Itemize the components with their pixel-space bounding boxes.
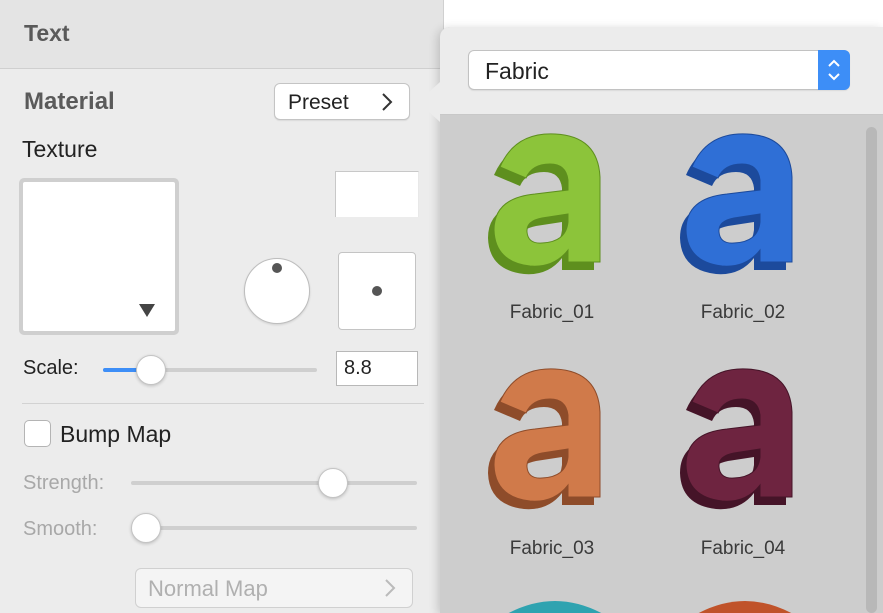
smooth-slider-track xyxy=(131,526,417,530)
texture-well[interactable] xyxy=(19,178,179,335)
fabric-02-label: Fabric_02 xyxy=(700,302,786,323)
bump-map-checkbox[interactable] xyxy=(24,420,51,447)
material-title: Material xyxy=(24,88,115,115)
fabric-02-thumbnail[interactable] xyxy=(672,122,812,282)
inspector-panel: Text Material Preset Texture Scale: Bump… xyxy=(0,0,444,613)
bump-map-label: Bump Map xyxy=(60,421,172,447)
smooth-label: Smooth: xyxy=(23,518,98,540)
divider xyxy=(22,403,424,404)
fabric-04-label: Fabric_04 xyxy=(700,538,786,559)
preset-button[interactable]: Preset xyxy=(274,83,410,120)
normal-map-button-label: Normal Map xyxy=(148,576,268,601)
preset-button-label: Preset xyxy=(288,91,349,114)
offset-pad[interactable] xyxy=(338,252,416,330)
texture-color-swatch[interactable] xyxy=(335,171,419,217)
smooth-slider-thumb[interactable] xyxy=(131,513,161,543)
fabric-03-thumbnail[interactable] xyxy=(480,357,620,517)
strength-slider-track xyxy=(131,481,417,485)
normal-map-button[interactable]: Normal Map xyxy=(135,568,413,608)
fabric-01-label: Fabric_01 xyxy=(509,302,595,323)
chevron-right-icon xyxy=(385,579,396,597)
strength-label: Strength: xyxy=(23,472,105,494)
scale-slider-thumb[interactable] xyxy=(136,355,167,385)
rotation-knob[interactable] xyxy=(244,258,310,324)
select-stepper xyxy=(818,50,850,90)
section-header: Text xyxy=(0,0,443,69)
scale-label: Scale: xyxy=(23,357,79,379)
material-preset-popover: Fabric Fabric_01 Fabric_02 Fabric_03 Fabric… xyxy=(440,27,883,613)
popover-arrow xyxy=(418,82,440,122)
strength-slider-thumb[interactable] xyxy=(317,468,348,498)
scrollbar[interactable] xyxy=(866,127,877,613)
chevron-right-icon xyxy=(382,93,393,111)
offset-indicator xyxy=(372,286,382,296)
fabric-04-thumbnail[interactable] xyxy=(672,357,812,517)
dropdown-triangle-icon xyxy=(139,304,155,317)
category-select[interactable]: Fabric xyxy=(468,50,850,90)
fabric-06-thumbnail[interactable] xyxy=(690,595,800,613)
fabric-05-thumbnail[interactable] xyxy=(500,595,610,613)
knob-indicator xyxy=(272,263,282,273)
up-down-chevron-icon xyxy=(828,59,840,81)
category-select-label: Fabric xyxy=(485,58,549,84)
scale-value-field[interactable] xyxy=(336,351,418,386)
texture-label: Texture xyxy=(22,136,98,162)
fabric-03-label: Fabric_03 xyxy=(509,538,595,559)
texture-preview xyxy=(23,182,175,331)
popover-header: Fabric xyxy=(440,27,883,115)
section-title: Text xyxy=(24,20,70,46)
fabric-01-thumbnail[interactable] xyxy=(480,122,620,282)
